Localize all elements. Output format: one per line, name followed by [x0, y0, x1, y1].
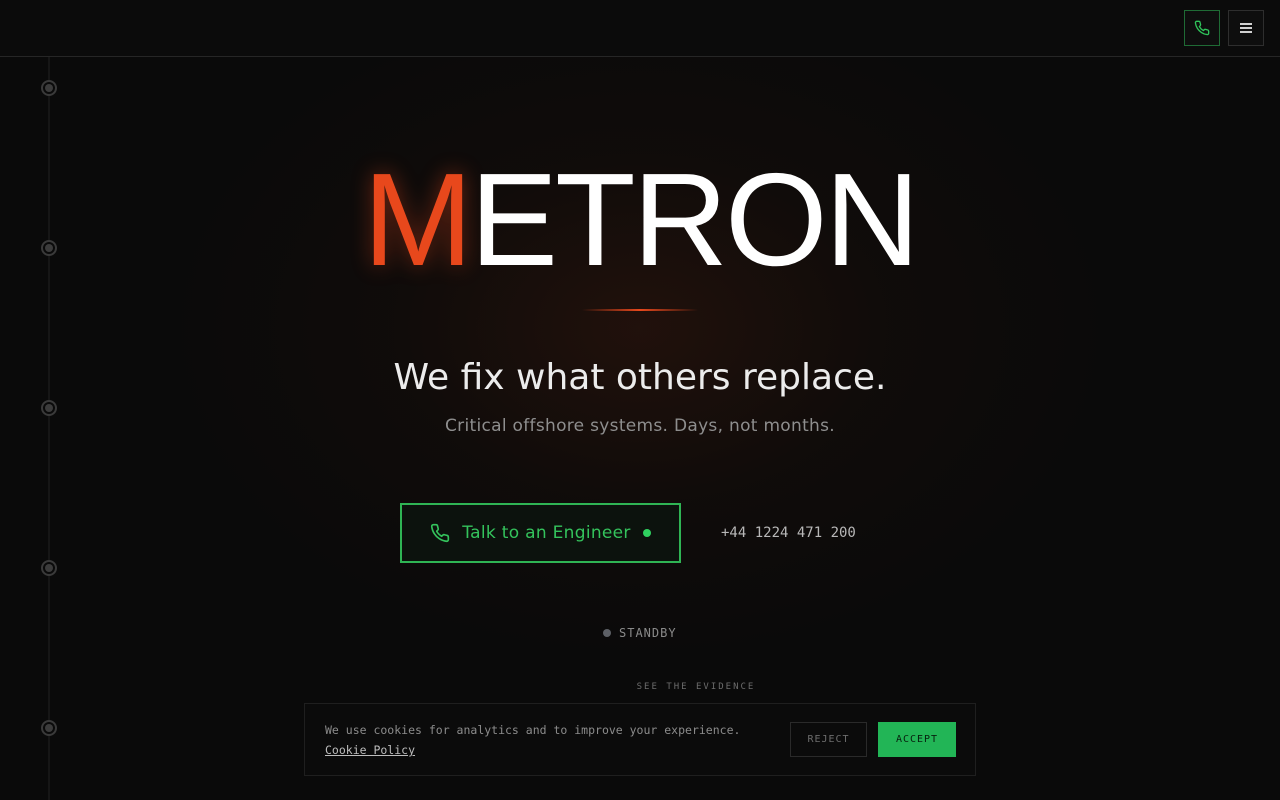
- status-indicator: STANDBY: [603, 626, 677, 640]
- cookie-text: We use cookies for analytics and to impr…: [325, 723, 741, 737]
- cookie-message: We use cookies for analytics and to impr…: [325, 720, 775, 760]
- accept-cookies-button[interactable]: ACCEPT: [878, 722, 956, 757]
- cookie-policy-link[interactable]: Cookie Policy: [325, 743, 415, 757]
- logo-initial: M: [363, 146, 473, 293]
- status-label: STANDBY: [619, 626, 677, 640]
- live-indicator: [642, 529, 651, 537]
- section-nav-dot-1[interactable]: [41, 80, 57, 96]
- cookie-banner: We use cookies for analytics and to impr…: [304, 703, 976, 776]
- cta-label: Talk to an Engineer: [462, 523, 631, 543]
- section-nav-dot-4[interactable]: [41, 560, 57, 576]
- logo-divider: [582, 309, 698, 311]
- call-button[interactable]: [1184, 10, 1220, 46]
- talk-to-engineer-button[interactable]: Talk to an Engineer: [400, 503, 681, 563]
- section-nav-dot-5[interactable]: [41, 720, 57, 736]
- brand-logo: METRON: [0, 150, 1280, 290]
- phone-icon: [1194, 20, 1210, 36]
- hero-headline: We fix what others replace.: [393, 357, 887, 398]
- phone-number-link[interactable]: +44 1224 471 200: [721, 522, 856, 544]
- top-bar: [0, 0, 1280, 57]
- reject-cookies-button[interactable]: REJECT: [790, 722, 867, 757]
- menu-button[interactable]: [1228, 10, 1264, 46]
- hamburger-menu-icon: [1240, 23, 1252, 33]
- status-dot: [603, 629, 611, 637]
- hero-subline: Critical offshore systems. Days, not mon…: [445, 416, 835, 436]
- see-evidence-link[interactable]: SEE THE EVIDENCE: [0, 682, 1280, 692]
- logo-rest: ETRON: [469, 146, 920, 293]
- phone-icon: [431, 523, 450, 543]
